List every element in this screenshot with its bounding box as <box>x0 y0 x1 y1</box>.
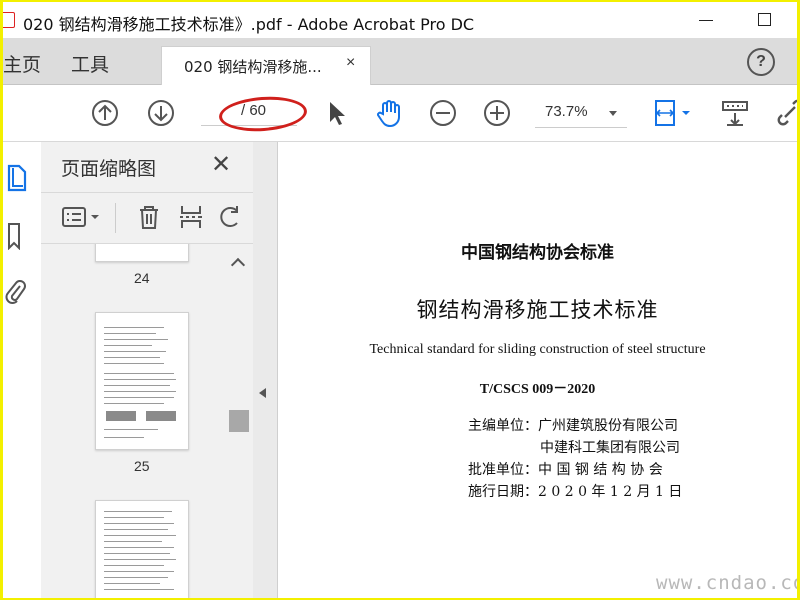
split-page-icon[interactable] <box>177 203 205 231</box>
next-page-icon[interactable] <box>145 97 177 129</box>
acrobat-window: 020 钢结构滑移施工技术标准》.pdf - Adobe Acrobat Pro… <box>3 2 797 598</box>
tab-tools[interactable]: 工具 <box>71 50 109 77</box>
approver: 中 国 钢 结 构 协 会 <box>538 462 663 478</box>
effective-date: 2 0 2 0 年 1 2 月 1 日 <box>538 484 683 500</box>
maximize-button[interactable] <box>743 2 789 38</box>
thumbnail-figure <box>106 411 136 421</box>
rotate-page-icon[interactable] <box>217 203 245 231</box>
bookmarks-icon[interactable] <box>5 222 27 250</box>
window-title: 020 钢结构滑移施工技术标准》.pdf - Adobe Acrobat Pro… <box>23 15 475 34</box>
document-view: 中国钢结构协会标准 钢结构滑移施工技术标准 Technical standard… <box>278 142 797 598</box>
site-watermark: www.cndao.com <box>656 572 797 594</box>
zoom-value: 73.7% <box>545 103 588 120</box>
thumbnail-page[interactable] <box>95 244 189 262</box>
delete-page-icon[interactable] <box>135 203 163 231</box>
minimize-button[interactable] <box>683 2 729 38</box>
scrollbar-thumb[interactable] <box>229 410 249 432</box>
standard-org-header: 中国钢结构协会标准 <box>461 243 614 263</box>
navigation-rail <box>3 142 42 598</box>
editor-1: 广州建筑股份有限公司 <box>538 418 678 434</box>
thumbnail-page[interactable] <box>95 500 189 598</box>
close-panel-icon[interactable]: ✕ <box>211 150 231 179</box>
tab-bar: 主页 工具 020 钢结构滑移施... × ? <box>3 38 797 85</box>
scroll-mode-icon[interactable] <box>719 97 751 129</box>
collapse-arrow-icon[interactable] <box>259 388 266 398</box>
hand-tool-icon[interactable] <box>373 97 405 129</box>
editor-2: 中建科工集团有限公司 <box>540 440 680 456</box>
link-icon[interactable] <box>775 97 797 129</box>
editor-label: 主编单位： <box>468 418 538 434</box>
thumbnail-list: 24 25 <box>41 244 231 598</box>
thumbnail-page[interactable] <box>95 312 189 450</box>
previous-page-icon[interactable] <box>89 97 121 129</box>
close-tab-icon[interactable]: × <box>346 54 355 72</box>
tab-home[interactable]: 主页 <box>3 50 41 77</box>
scroll-up-icon[interactable] <box>230 257 246 273</box>
panel-title: 页面缩略图 <box>61 158 157 180</box>
options-menu-icon[interactable] <box>61 203 105 231</box>
thumbnail-label: 24 <box>134 270 150 286</box>
chevron-down-icon <box>609 111 617 116</box>
document-title: 钢结构滑移施工技术标准 <box>416 298 659 322</box>
fit-page-icon[interactable] <box>651 97 695 129</box>
approver-label: 批准单位： <box>468 462 538 478</box>
panel-header: 页面缩略图 ✕ <box>41 142 253 192</box>
zoom-out-icon[interactable] <box>427 97 459 129</box>
tab-document[interactable]: 020 钢结构滑移施... × <box>161 46 371 85</box>
select-cursor-icon[interactable] <box>321 97 353 129</box>
title-bar: 020 钢结构滑移施工技术标准》.pdf - Adobe Acrobat Pro… <box>3 2 797 38</box>
page-thumbnails-icon[interactable] <box>5 164 27 192</box>
editor-row: 主编单位：广州建筑股份有限公司 <box>468 415 678 435</box>
page-thumbnails-panel: 页面缩略图 ✕ 24 25 <box>41 142 254 598</box>
thumbnail-figure <box>146 411 176 421</box>
main-toolbar: / 60 73.7% <box>3 85 797 142</box>
zoom-in-icon[interactable] <box>481 97 513 129</box>
effective-row: 施行日期：2 0 2 0 年 1 2 月 1 日 <box>468 481 682 501</box>
thumbnail-scrollbar[interactable] <box>229 254 249 598</box>
panel-collapse-bar[interactable] <box>253 142 278 598</box>
acrobat-app-icon <box>3 12 15 28</box>
english-title: Technical standard for sliding construct… <box>369 342 706 357</box>
toolbar-divider <box>115 203 116 233</box>
help-icon[interactable]: ? <box>747 48 775 76</box>
zoom-level-dropdown[interactable]: 73.7% <box>535 97 627 128</box>
document-tab-label: 020 钢结构滑移施... <box>184 58 322 76</box>
attachments-icon[interactable] <box>5 278 27 306</box>
approver-row: 批准单位：中 国 钢 结 构 协 会 <box>468 459 663 479</box>
effective-label: 施行日期： <box>468 484 538 500</box>
thumbnail-label: 25 <box>134 458 150 474</box>
standard-code: T/CSCS 009－2020 <box>479 382 596 397</box>
panel-toolbar <box>41 192 253 244</box>
